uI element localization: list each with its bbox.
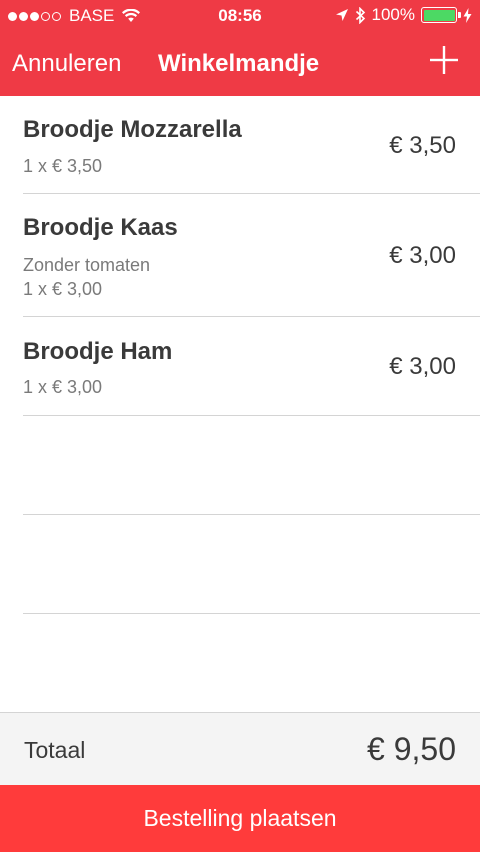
empty-row: [0, 416, 480, 515]
cart-item-broodje-kaas[interactable]: Broodje Kaas Zonder tomaten 1 x € 3,00 €…: [0, 194, 480, 317]
empty-row: [0, 515, 480, 614]
navigation-bar: Annuleren Winkelmandje: [0, 32, 480, 96]
battery-icon: [421, 7, 461, 23]
battery-percent: 100%: [371, 5, 415, 24]
status-bar: BASE 08:56 100%: [0, 0, 480, 32]
item-quantity-line: 1 x € 3,50: [23, 156, 103, 176]
battery-level: [423, 9, 455, 21]
bluetooth-icon: [355, 6, 365, 24]
total-value: € 9,50: [367, 731, 456, 767]
item-price: € 3,00: [389, 353, 456, 380]
item-price: € 3,50: [389, 132, 456, 159]
cart-item-broodje-mozzarella[interactable]: Broodje Mozzarella 1 x € 3,50 € 3,50: [0, 96, 480, 194]
row-separator: [23, 613, 480, 614]
cart-list: Broodje Mozzarella 1 x € 3,50 € 3,50 Bro…: [0, 96, 480, 614]
item-price: € 3,00: [389, 242, 456, 269]
cancel-button[interactable]: Annuleren: [12, 50, 121, 78]
item-name: Broodje Kaas: [23, 214, 178, 241]
page-title: Winkelmandje: [158, 50, 320, 77]
cart-item-broodje-ham[interactable]: Broodje Ham 1 x € 3,00 € 3,00: [0, 317, 480, 416]
place-order-button[interactable]: Bestelling plaatsen: [0, 785, 480, 852]
charging-icon: [463, 7, 472, 23]
item-name: Broodje Mozzarella: [23, 116, 242, 143]
header: BASE 08:56 100% Annuleren Winkelmandje: [0, 0, 480, 96]
status-bar-right: 100%: [329, 5, 472, 25]
item-quantity-line: 1 x € 3,00: [23, 377, 103, 397]
item-note: Zonder tomaten: [23, 255, 151, 275]
plus-icon[interactable]: [430, 46, 458, 74]
total-bar: Totaal € 9,50: [0, 712, 480, 785]
item-quantity-line: 1 x € 3,00: [23, 279, 103, 299]
total-label: Totaal: [24, 737, 86, 763]
item-name: Broodje Ham: [23, 338, 173, 365]
location-arrow-icon: [335, 9, 348, 21]
